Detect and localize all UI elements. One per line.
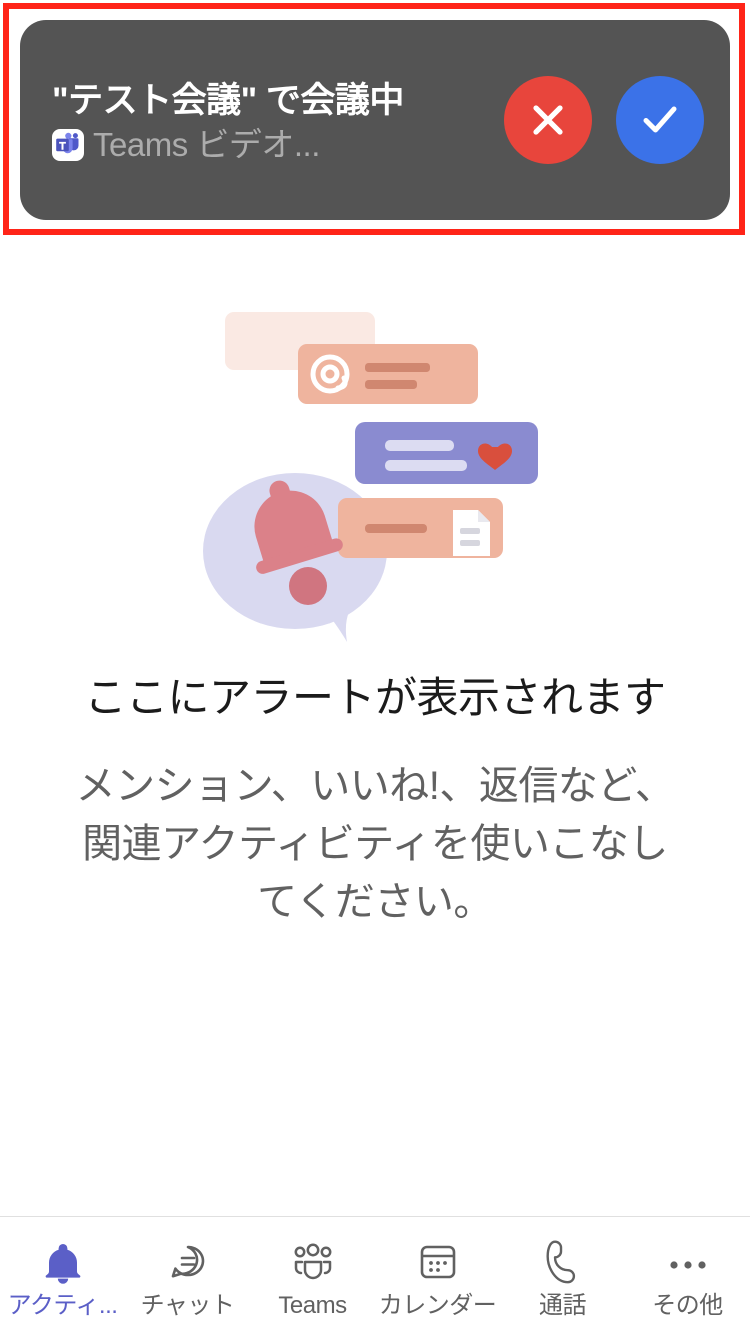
checkmark-icon bbox=[643, 106, 677, 133]
tab-teams[interactable]: Teams bbox=[250, 1217, 375, 1334]
phone-screen: "テスト会議" で会議中 Teams ビデオ... ここにアラートが表示されます… bbox=[0, 0, 750, 1334]
tab-more-label: その他 bbox=[652, 1292, 723, 1319]
incoming-meeting-banner[interactable]: "テスト会議" で会議中 Teams ビデオ... bbox=[20, 20, 730, 220]
banner-subtitle: Teams ビデオ... bbox=[93, 125, 320, 163]
banner-title: "テスト会議" で会議中 bbox=[52, 80, 404, 120]
bell-icon bbox=[43, 1239, 83, 1285]
illustration-bell-clapper bbox=[289, 567, 327, 605]
tab-teams-label: Teams bbox=[278, 1292, 347, 1319]
close-icon bbox=[533, 105, 563, 135]
empty-state-description: メンション、いいね!、返信など、関連アクティビティを使いこなしてください。 bbox=[75, 763, 675, 924]
tab-calls-label: 通話 bbox=[539, 1292, 587, 1319]
tab-more[interactable]: その他 bbox=[625, 1217, 750, 1334]
banner-subtitle-row: Teams ビデオ... bbox=[52, 125, 504, 163]
accept-call-button[interactable] bbox=[616, 76, 704, 164]
activity-notifications-illustration bbox=[203, 312, 538, 642]
bottom-tab-bar: アクティ... チャット Teams カレンダー 通話 その他 bbox=[0, 1216, 750, 1334]
banner-text-column: "テスト会議" で会議中 Teams ビデオ... bbox=[52, 77, 504, 164]
decline-call-button[interactable] bbox=[504, 76, 592, 164]
calendar-icon bbox=[418, 1239, 458, 1285]
banner-actions bbox=[504, 76, 704, 164]
tab-activity-label: アクティ... bbox=[7, 1292, 118, 1319]
tab-chat-label: チャット bbox=[140, 1292, 235, 1319]
more-horizontal-icon bbox=[666, 1239, 710, 1285]
chat-bubble-icon bbox=[167, 1239, 209, 1285]
phone-icon bbox=[543, 1239, 583, 1285]
tab-calls[interactable]: 通話 bbox=[500, 1217, 625, 1334]
tab-calendar[interactable]: カレンダー bbox=[375, 1217, 500, 1334]
people-team-icon bbox=[291, 1239, 335, 1285]
tab-activity[interactable]: アクティ... bbox=[0, 1217, 125, 1334]
activity-empty-state: ここにアラートが表示されます メンション、いいね!、返信など、関連アクティビティ… bbox=[0, 236, 750, 1216]
tab-calendar-label: カレンダー bbox=[378, 1292, 497, 1319]
empty-state-title: ここにアラートが表示されます bbox=[84, 674, 666, 721]
tab-chat[interactable]: チャット bbox=[125, 1217, 250, 1334]
teams-app-icon bbox=[52, 129, 84, 162]
